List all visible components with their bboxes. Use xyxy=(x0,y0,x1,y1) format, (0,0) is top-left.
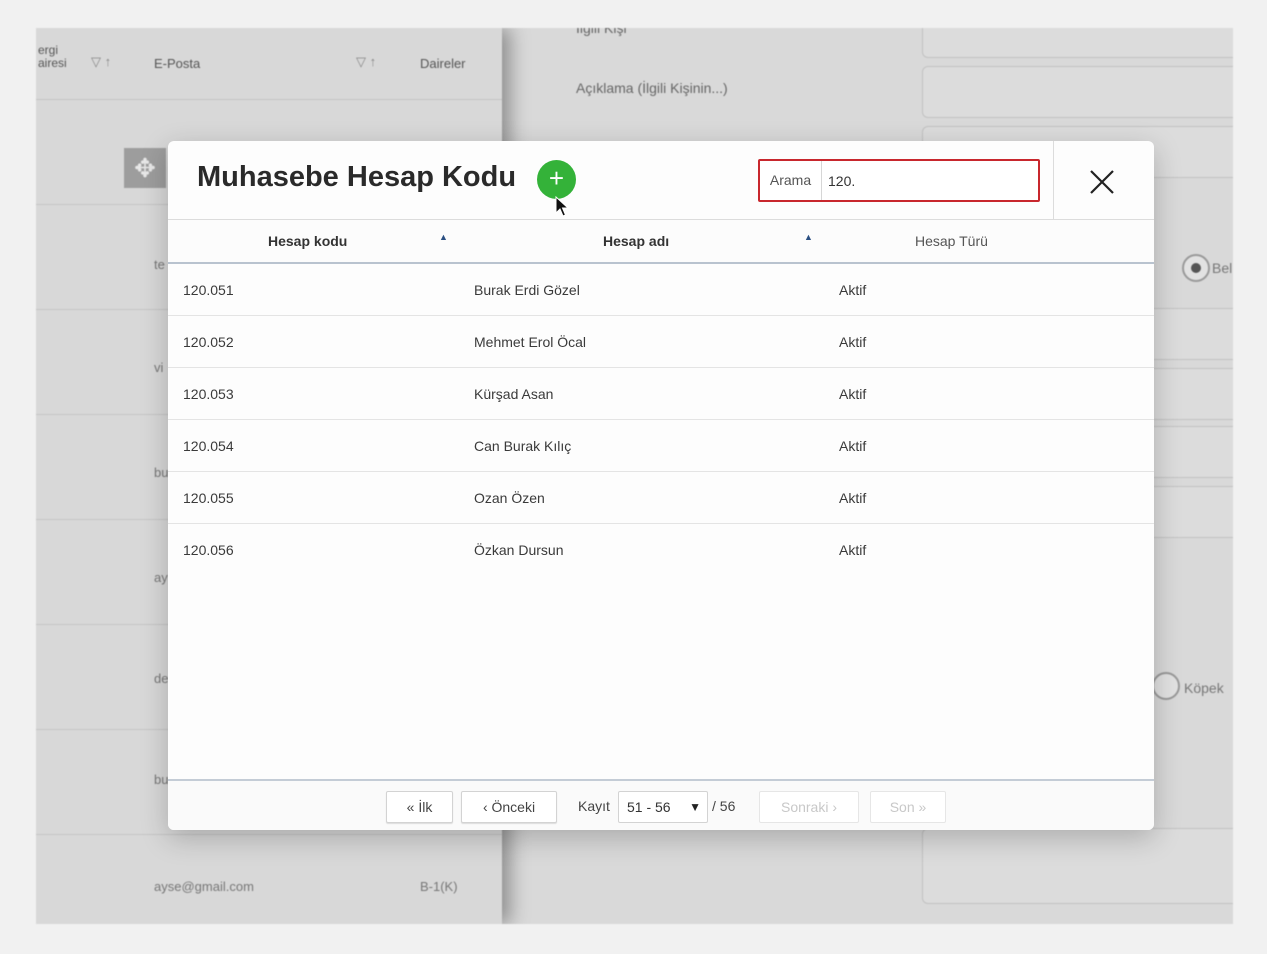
form-field[interactable] xyxy=(922,828,1233,904)
record-range-select[interactable]: 51 - 56 ▼ xyxy=(618,791,708,823)
cell-code: 120.053 xyxy=(183,386,234,402)
search-label: Arama xyxy=(760,161,822,200)
chevron-down-icon: ▼ xyxy=(689,800,701,814)
column-vergi-dairesi: ergi airesi xyxy=(38,43,67,70)
cell-name: Burak Erdi Gözel xyxy=(474,282,580,298)
record-total: / 56 xyxy=(712,798,736,814)
last-page-button[interactable]: Son » xyxy=(870,791,946,823)
modal-header: Muhasebe Hesap Kodu + Arama xyxy=(168,141,1154,220)
row-label: bu xyxy=(154,465,169,480)
pagination-bar: « İlk ‹ Önceki Kayıt 51 - 56 ▼ / 56 Sonr… xyxy=(168,779,1154,830)
table-row[interactable]: 120.053 Kürşad Asan Aktif xyxy=(168,368,1154,420)
column-header-type[interactable]: Hesap Türü xyxy=(915,233,988,249)
modal-title: Muhasebe Hesap Kodu xyxy=(197,161,517,193)
row-label: vi xyxy=(154,360,164,375)
sort-asc-icon[interactable]: ▲ xyxy=(804,232,813,242)
column-email: E-Posta xyxy=(154,56,201,71)
table-row[interactable]: 120.055 Ozan Özen Aktif xyxy=(168,472,1154,524)
background-table-header: ergi airesi ▽ ↑ E-Posta ▽ ↑ Daireler xyxy=(36,28,502,100)
account-code-modal: Muhasebe Hesap Kodu + Arama Hesap kodu ▲… xyxy=(168,141,1154,830)
search-input[interactable] xyxy=(824,164,1034,197)
header-divider xyxy=(1053,141,1054,220)
cell-type: Aktif xyxy=(839,542,867,558)
table-header: Hesap kodu ▲ Hesap adı ▲ Hesap Türü xyxy=(168,220,1154,264)
cell-name: Özkan Dursun xyxy=(474,542,564,558)
close-icon[interactable] xyxy=(1083,163,1121,201)
record-label: Kayıt xyxy=(578,798,610,814)
add-button[interactable]: + xyxy=(537,160,576,199)
cell-code: 120.054 xyxy=(183,438,234,454)
radio-label-kopek: Köpek xyxy=(1184,680,1224,696)
cell-name: Can Burak Kılıç xyxy=(474,438,572,454)
next-page-button[interactable]: Sonraki › xyxy=(759,791,859,823)
cell-code: 120.055 xyxy=(183,490,234,506)
table-row[interactable]: 120.054 Can Burak Kılıç Aktif xyxy=(168,420,1154,472)
cell-type: Aktif xyxy=(839,282,867,298)
filter-icon[interactable]: ▽ ↑ xyxy=(91,54,111,70)
cell-code: 120.056 xyxy=(183,542,234,558)
previous-page-button[interactable]: ‹ Önceki xyxy=(461,791,557,823)
radio-button[interactable] xyxy=(1182,254,1210,282)
row-label: te xyxy=(154,257,165,272)
row-label: de xyxy=(154,671,169,686)
cell-type: Aktif xyxy=(839,490,867,506)
table-row[interactable]: 120.051 Burak Erdi Gözel Aktif xyxy=(168,264,1154,316)
radio-button[interactable] xyxy=(1152,672,1180,700)
cell-name: Ozan Özen xyxy=(474,490,545,506)
row-label: ay xyxy=(154,570,168,585)
table-row[interactable]: 120.052 Mehmet Erol Öcal Aktif xyxy=(168,316,1154,368)
record-range-value: 51 - 56 xyxy=(627,799,671,815)
radio-label-bel: Bel xyxy=(1212,260,1233,276)
cell-code: 120.052 xyxy=(183,334,234,350)
cell-type: Aktif xyxy=(839,438,867,454)
table-row[interactable]: 120.056 Özkan Dursun Aktif xyxy=(168,524,1154,576)
form-label-ilgili-kisi: İlgili Kişi xyxy=(576,28,627,36)
table-body: 120.051 Burak Erdi Gözel Aktif 120.052 M… xyxy=(168,264,1154,576)
form-field[interactable] xyxy=(922,28,1233,58)
cell-name: Mehmet Erol Öcal xyxy=(474,334,587,350)
form-label-aciklama: Açıklama (İlgili Kişinin...) xyxy=(576,80,728,96)
cell-code: 120.051 xyxy=(183,282,234,298)
sort-asc-icon[interactable]: ▲ xyxy=(439,232,448,242)
row-label: bu xyxy=(154,772,169,787)
search-box[interactable]: Arama xyxy=(758,159,1040,202)
cell-type: Aktif xyxy=(839,386,867,402)
table-row: ayse@gmail.com B-1(K) xyxy=(36,835,502,924)
filter-icon[interactable]: ▽ ↑ xyxy=(356,54,376,70)
column-header-name[interactable]: Hesap adı xyxy=(603,233,669,249)
form-field[interactable] xyxy=(922,66,1233,118)
cell-name: Kürşad Asan xyxy=(474,386,554,402)
column-daireler: Daireler xyxy=(420,56,466,71)
email-cell: ayse@gmail.com xyxy=(154,879,254,894)
first-page-button[interactable]: « İlk xyxy=(386,791,453,823)
mouse-cursor-icon xyxy=(555,196,569,217)
cell-type: Aktif xyxy=(839,334,867,350)
daire-cell: B-1(K) xyxy=(420,879,458,894)
column-header-code[interactable]: Hesap kodu xyxy=(268,233,347,249)
